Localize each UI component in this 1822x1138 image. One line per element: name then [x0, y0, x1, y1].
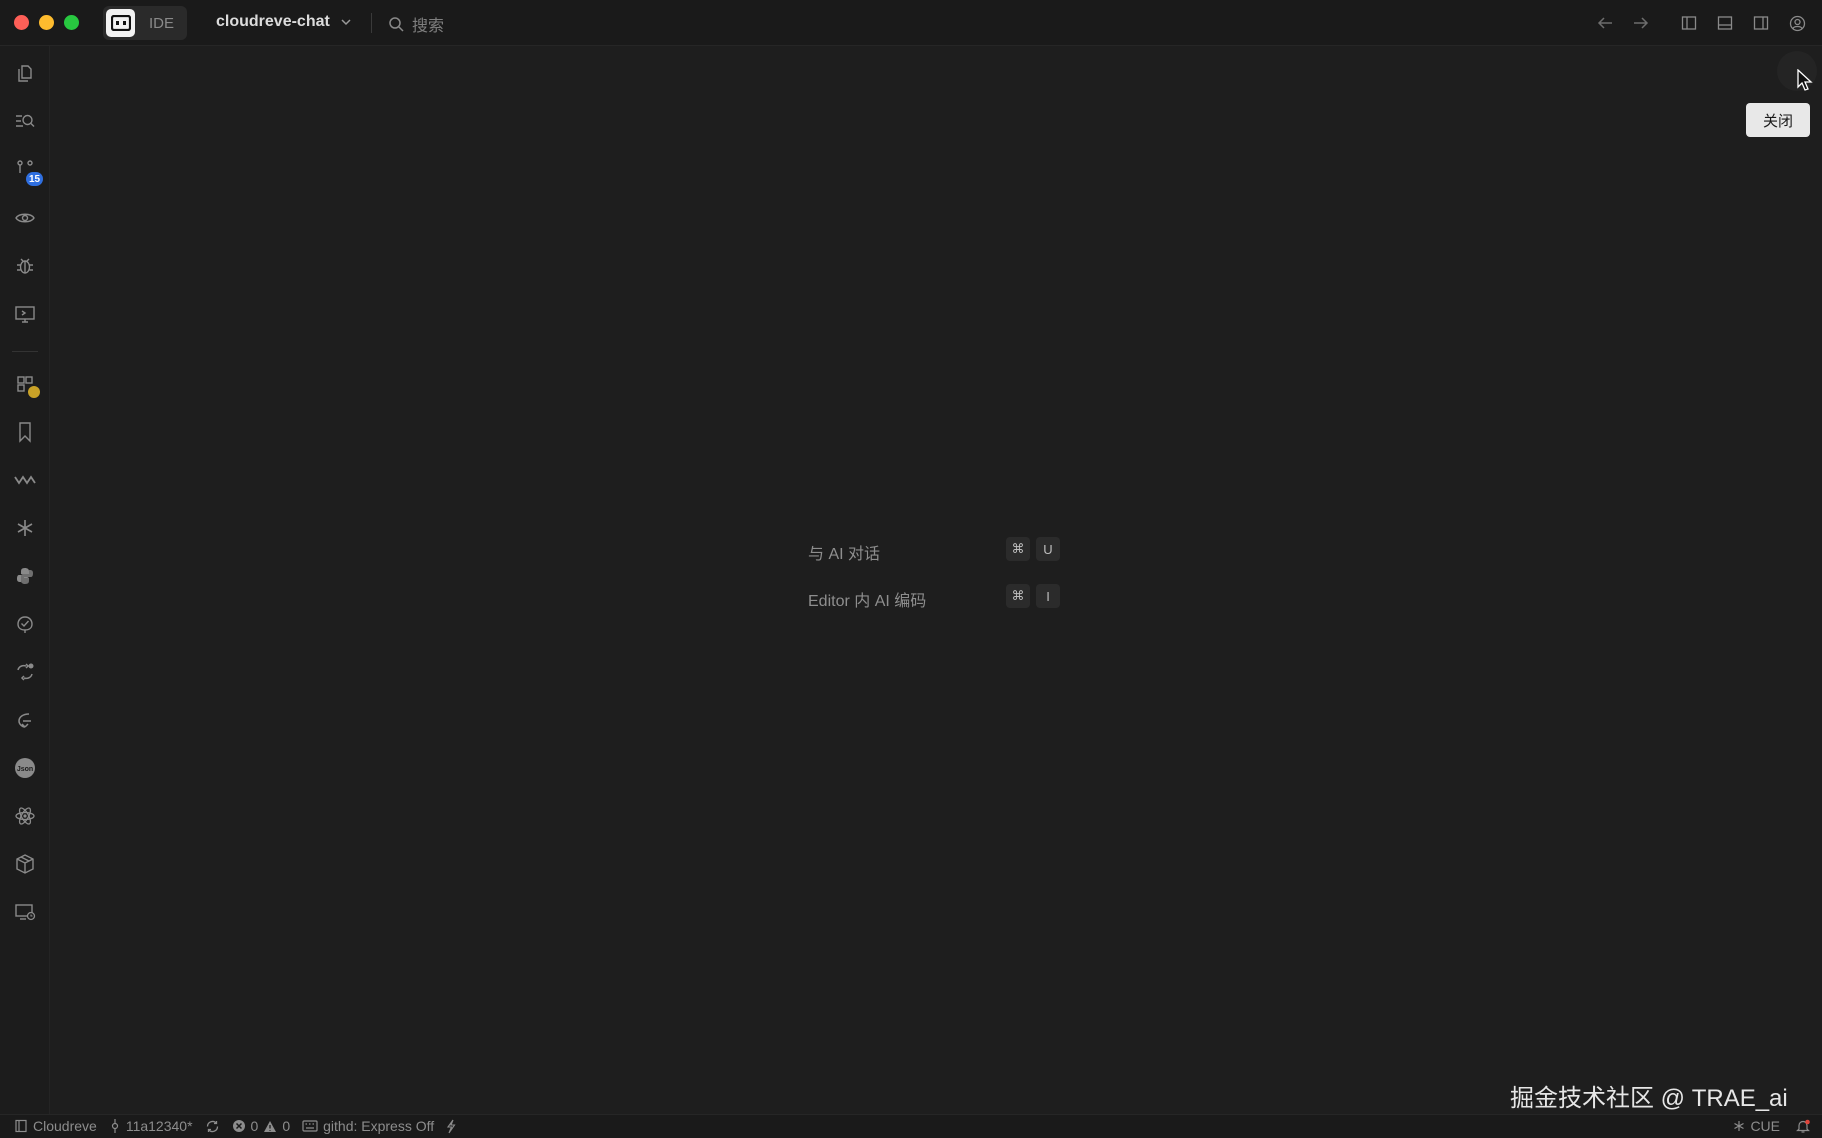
notifications-button[interactable] [1796, 1119, 1810, 1134]
source-control-icon[interactable]: 15 [10, 154, 44, 186]
eye-icon[interactable] [10, 203, 40, 233]
wave-icon[interactable] [10, 465, 40, 495]
sync-button[interactable] [205, 1119, 220, 1134]
watermark-text: 掘金技术社区 @ TRAE_ai [1510, 1085, 1788, 1112]
trae-logo-icon [106, 9, 135, 37]
project-switcher[interactable]: cloudreve-chat [216, 13, 352, 31]
shortcut-key: U [1036, 537, 1060, 561]
arrow-left-icon[interactable] [1594, 12, 1616, 34]
sync-icon[interactable] [10, 657, 40, 687]
asterisk-icon [1733, 1120, 1745, 1132]
debug-icon[interactable] [10, 251, 40, 281]
asterisk-icon[interactable] [10, 513, 40, 543]
source-control-badge: 15 [26, 172, 44, 186]
language-mode[interactable]: CUE [1733, 1118, 1780, 1134]
remote-window-icon [14, 1119, 28, 1133]
search-icon [388, 16, 404, 32]
remote-explorer-icon[interactable] [10, 897, 40, 927]
arrow-right-icon[interactable] [1630, 12, 1652, 34]
shortcut-inline-ai[interactable]: Editor 内 AI 编码 ⌘ I [808, 584, 1070, 610]
shortcut-ai-chat[interactable]: 与 AI 对话 ⌘ U [808, 537, 1070, 563]
branch-name: 11a12340* [125, 1118, 193, 1134]
bell-icon [1796, 1119, 1810, 1134]
close-window-button[interactable] [14, 15, 29, 30]
command-key-icon: ⌘ [1006, 584, 1030, 608]
shortcut-key: I [1036, 584, 1060, 608]
keyboard-icon [302, 1120, 318, 1132]
explorer-icon[interactable] [10, 58, 40, 88]
warning-icon [263, 1120, 277, 1133]
error-icon [232, 1119, 246, 1133]
command-search[interactable]: 搜索 [388, 12, 444, 36]
extensions-update-dot [28, 386, 40, 398]
lightning-button[interactable] [446, 1119, 456, 1134]
ide-label: IDE [149, 15, 175, 32]
activity-divider [12, 351, 38, 352]
workspace-name: Cloudreve [33, 1118, 97, 1134]
chevron-down-icon [340, 16, 352, 28]
ide-mode-toggle[interactable]: IDE [103, 6, 187, 40]
titlebar-divider [371, 13, 372, 33]
search-placeholder: 搜索 [412, 18, 445, 35]
minimize-window-button[interactable] [39, 15, 54, 30]
package-icon[interactable] [10, 849, 40, 879]
remote-display-icon[interactable] [10, 299, 40, 329]
editor-empty-state [50, 46, 1822, 1114]
activity-bar: 15 Json [0, 46, 50, 1114]
svg-text:Json: Json [17, 766, 33, 773]
status-bar: Cloudreve 11a12340* 0 0 githd: Express O… [0, 1114, 1822, 1138]
python-icon[interactable] [10, 561, 40, 591]
githd-status[interactable]: githd: Express Off [302, 1118, 434, 1134]
check-leaf-icon[interactable] [10, 609, 40, 639]
toggle-panel-icon[interactable] [1714, 12, 1736, 34]
language-label: CUE [1750, 1118, 1780, 1134]
error-count: 0 [250, 1118, 259, 1134]
workspace-status[interactable]: Cloudreve [14, 1118, 97, 1134]
sync-icon [205, 1119, 220, 1134]
project-name: cloudreve-chat [216, 13, 330, 30]
git-commit-icon [109, 1119, 121, 1133]
mouse-cursor-icon [1797, 69, 1813, 93]
react-atom-icon[interactable] [10, 801, 40, 831]
problems-status[interactable]: 0 0 [232, 1118, 291, 1134]
search-icon[interactable] [10, 106, 40, 136]
bookmark-icon[interactable] [10, 417, 40, 447]
githd-label: githd: Express Off [323, 1118, 435, 1134]
rocket-icon[interactable] [10, 705, 40, 735]
extensions-icon[interactable] [10, 369, 40, 399]
toggle-secondary-sidebar-icon[interactable] [1750, 12, 1772, 34]
branch-status[interactable]: 11a12340* [109, 1118, 193, 1134]
shortcut-label: 与 AI 对话 [808, 546, 881, 563]
lightning-icon [446, 1119, 456, 1134]
close-tooltip: 关闭 [1746, 103, 1810, 137]
command-key-icon: ⌘ [1006, 537, 1030, 561]
account-icon[interactable] [1786, 12, 1808, 34]
shortcut-label: Editor 内 AI 编码 [808, 593, 927, 610]
warning-count: 0 [282, 1118, 291, 1134]
zoom-window-button[interactable] [64, 15, 79, 30]
toggle-primary-sidebar-icon[interactable] [1678, 12, 1700, 34]
title-bar: IDE cloudreve-chat 搜索 [0, 0, 1822, 46]
json-icon[interactable]: Json [10, 753, 40, 783]
